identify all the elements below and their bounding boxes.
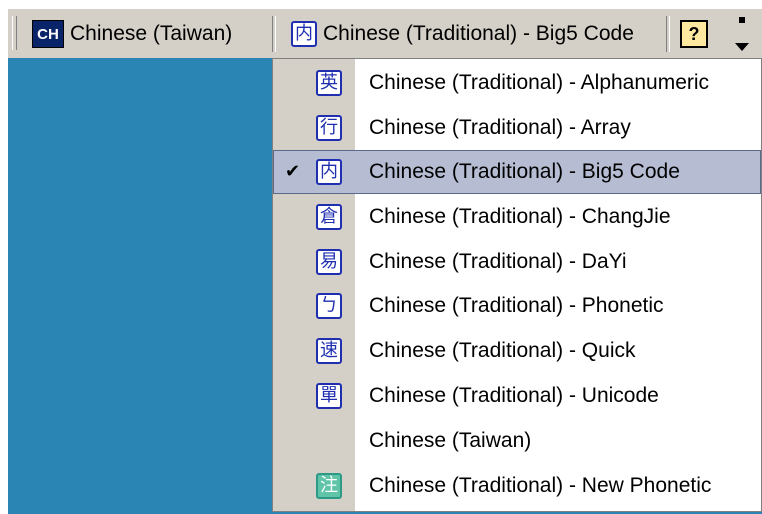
toolbar-separator <box>272 16 276 52</box>
menu-item-label: Chinese (Traditional) - ChangJie <box>369 205 671 228</box>
chevron-down-icon <box>735 43 749 51</box>
menu-item-label: Chinese (Traditional) - DaYi <box>369 250 627 273</box>
menu-item-alphanumeric[interactable]: 英 Chinese (Traditional) - Alphanumeric <box>273 61 761 105</box>
menu-item-array[interactable]: 行 Chinese (Traditional) - Array <box>273 106 761 150</box>
quick-icon: 速 <box>316 338 342 364</box>
drag-handle[interactable] <box>12 16 17 50</box>
language-code-icon: CH <box>32 20 64 48</box>
language-bar: CH Chinese (Taiwan) 内 Chinese (Tradition… <box>8 8 762 58</box>
menu-item-label: Chinese (Traditional) - Phonetic <box>369 294 664 317</box>
language-label: Chinese (Taiwan) <box>70 22 233 45</box>
menu-item-label: Chinese (Traditional) - Quick <box>369 339 636 362</box>
checkmark-icon: ✔ <box>285 161 301 181</box>
unicode-icon: 單 <box>316 383 342 409</box>
language-button[interactable]: CH Chinese (Taiwan) <box>32 15 232 53</box>
menu-item-unicode[interactable]: 單 Chinese (Traditional) - Unicode <box>273 374 761 418</box>
options-dot-icon <box>739 17 745 23</box>
menu-item-chinese-taiwan[interactable]: Chinese (Taiwan) <box>273 419 761 463</box>
menu-item-new-phonetic[interactable]: 注 Chinese (Traditional) - New Phonetic <box>273 464 761 508</box>
input-method-label: Chinese (Traditional) - Big5 Code <box>323 22 634 45</box>
dayi-icon: 易 <box>316 249 342 275</box>
menu-item-label: Chinese (Traditional) - New Phonetic <box>369 474 712 497</box>
menu-item-label: Chinese (Taiwan) <box>369 429 532 452</box>
menu-item-quick[interactable]: 速 Chinese (Traditional) - Quick <box>273 329 761 373</box>
options-menu-button[interactable] <box>732 17 752 51</box>
menu-item-dayi[interactable]: 易 Chinese (Traditional) - DaYi <box>273 240 761 284</box>
array-icon: 行 <box>316 115 342 141</box>
menu-item-label: Chinese (Traditional) - Array <box>369 116 631 139</box>
menu-item-label: Chinese (Traditional) - Alphanumeric <box>369 71 710 94</box>
alphanumeric-icon: 英 <box>316 70 342 96</box>
big5-code-icon: 内 <box>291 21 317 47</box>
menu-item-big5-code[interactable]: ✔ 内 Chinese (Traditional) - Big5 Code <box>273 150 761 194</box>
menu-item-changjie[interactable]: 倉 Chinese (Traditional) - ChangJie <box>273 195 761 239</box>
screen: CH Chinese (Taiwan) 内 Chinese (Tradition… <box>0 0 762 514</box>
help-button[interactable]: ? <box>680 20 708 48</box>
new-phonetic-icon: 注 <box>316 473 342 499</box>
input-method-menu: 英 Chinese (Traditional) - Alphanumeric 行… <box>272 58 762 512</box>
toolbar-separator <box>666 16 670 52</box>
phonetic-icon: ㄅ <box>316 293 342 319</box>
big5-code-icon: 内 <box>316 159 342 185</box>
menu-item-phonetic[interactable]: ㄅ Chinese (Traditional) - Phonetic <box>273 284 761 328</box>
menu-item-label: Chinese (Traditional) - Unicode <box>369 384 659 407</box>
help-icon: ? <box>688 23 700 44</box>
input-method-button[interactable]: 内 Chinese (Traditional) - Big5 Code <box>291 15 634 53</box>
menu-item-label: Chinese (Traditional) - Big5 Code <box>369 160 680 183</box>
changjie-icon: 倉 <box>316 204 342 230</box>
